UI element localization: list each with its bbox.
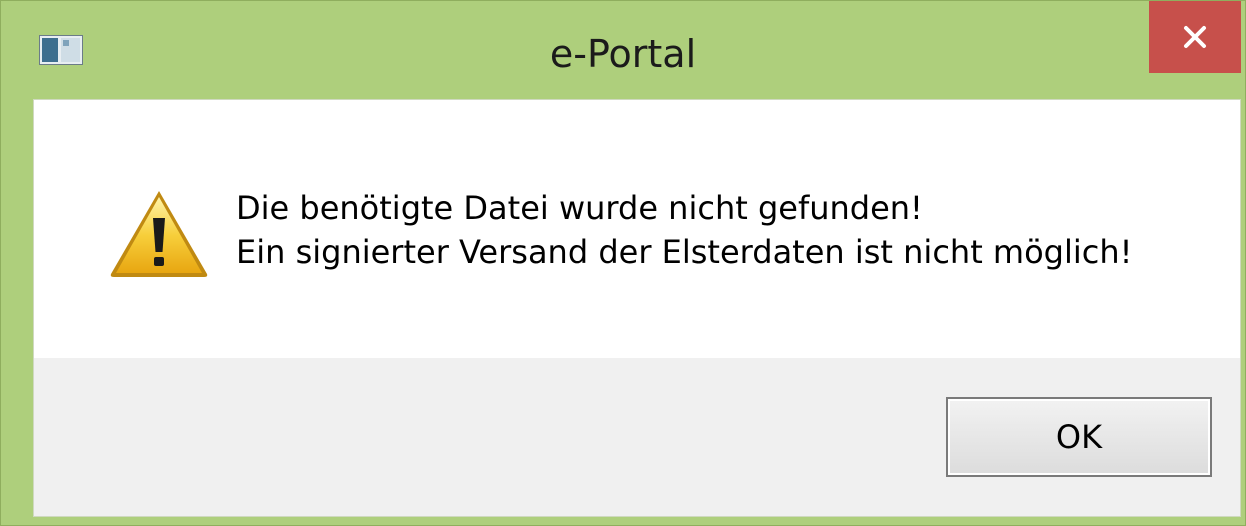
dialog-client-area: Die benötigte Datei wurde nicht gefunden… [33,99,1241,517]
ok-button[interactable]: OK [946,397,1212,477]
close-icon [1184,26,1206,48]
message-text: Die benötigte Datei wurde nicht gefunden… [236,186,1132,274]
dialog-window: e-Portal Die benötigte Datei wurde nicht… [0,0,1246,526]
message-line-1: Die benötigte Datei wurde nicht gefunden… [236,189,923,227]
message-line-2: Ein signierter Versand der Elsterdaten i… [236,233,1133,271]
window-title: e-Portal [549,32,697,76]
message-area: Die benötigte Datei wurde nicht gefunden… [34,100,1240,358]
title-bar[interactable]: e-Portal [1,1,1245,99]
app-icon [39,35,83,65]
button-bar: OK [34,358,1240,516]
close-button[interactable] [1149,1,1241,73]
warning-icon [110,191,208,277]
